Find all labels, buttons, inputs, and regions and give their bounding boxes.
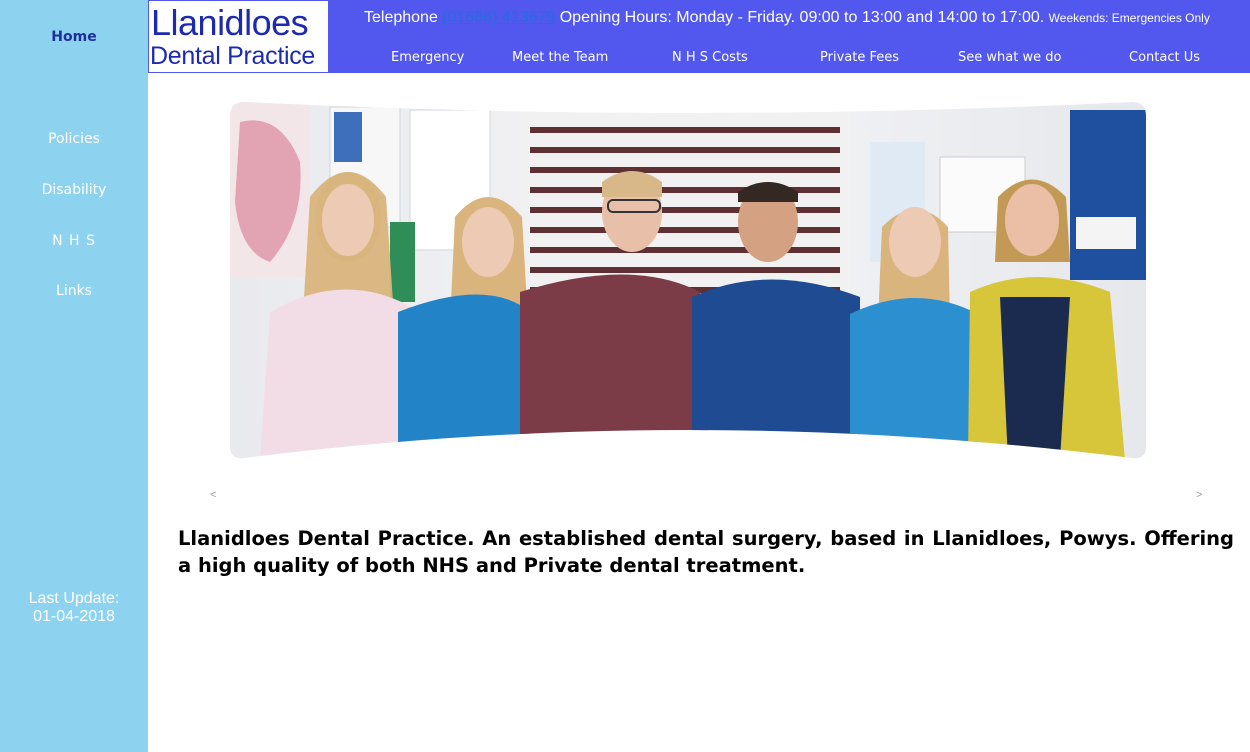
- top-bar: Telephone (01686) 413679 Opening Hours: …: [329, 0, 1250, 73]
- nav-see-what-we-do[interactable]: See what we do: [958, 50, 1061, 65]
- last-update-label: Last Update:: [28, 590, 120, 607]
- logo-line-2: Dental Practice: [150, 42, 316, 70]
- carousel-next-button[interactable]: >: [1196, 489, 1202, 501]
- nav-emergency[interactable]: Emergency: [391, 50, 464, 65]
- telephone-link[interactable]: (01686) 413679: [442, 9, 555, 26]
- last-update: Last Update: 01-04-2018: [0, 590, 148, 626]
- carousel-prev-button[interactable]: <: [210, 489, 216, 501]
- contact-info: Telephone (01686) 413679 Opening Hours: …: [364, 9, 1210, 27]
- site-logo: Llanidloes Dental Practice: [148, 0, 329, 73]
- opening-hours: Opening Hours: Monday - Friday. 09:00 to…: [559, 9, 1045, 26]
- sidebar-item-disability[interactable]: Disability: [0, 182, 148, 198]
- last-update-date: 01-04-2018: [33, 608, 115, 625]
- intro-text: Llanidloes Dental Practice. An establish…: [178, 527, 1234, 577]
- nav-private-fees[interactable]: Private Fees: [820, 50, 899, 65]
- sidebar-item-nhs[interactable]: N H S: [0, 233, 148, 249]
- nav-meet-the-team[interactable]: Meet the Team: [512, 50, 608, 65]
- sidebar: Home Policies Disability N H S Links Las…: [0, 0, 148, 752]
- logo-line-1: Llanidloes: [151, 2, 309, 43]
- weekend-hours: Weekends: Emergencies Only: [1048, 11, 1210, 25]
- sidebar-item-home[interactable]: Home: [0, 29, 148, 45]
- nav-contact-us[interactable]: Contact Us: [1129, 50, 1200, 65]
- nav-nhs-costs[interactable]: N H S Costs: [672, 50, 748, 65]
- telephone-label: Telephone: [364, 9, 438, 26]
- sidebar-item-policies[interactable]: Policies: [0, 131, 148, 147]
- team-photo: [230, 102, 1146, 459]
- sidebar-item-links[interactable]: Links: [0, 283, 148, 299]
